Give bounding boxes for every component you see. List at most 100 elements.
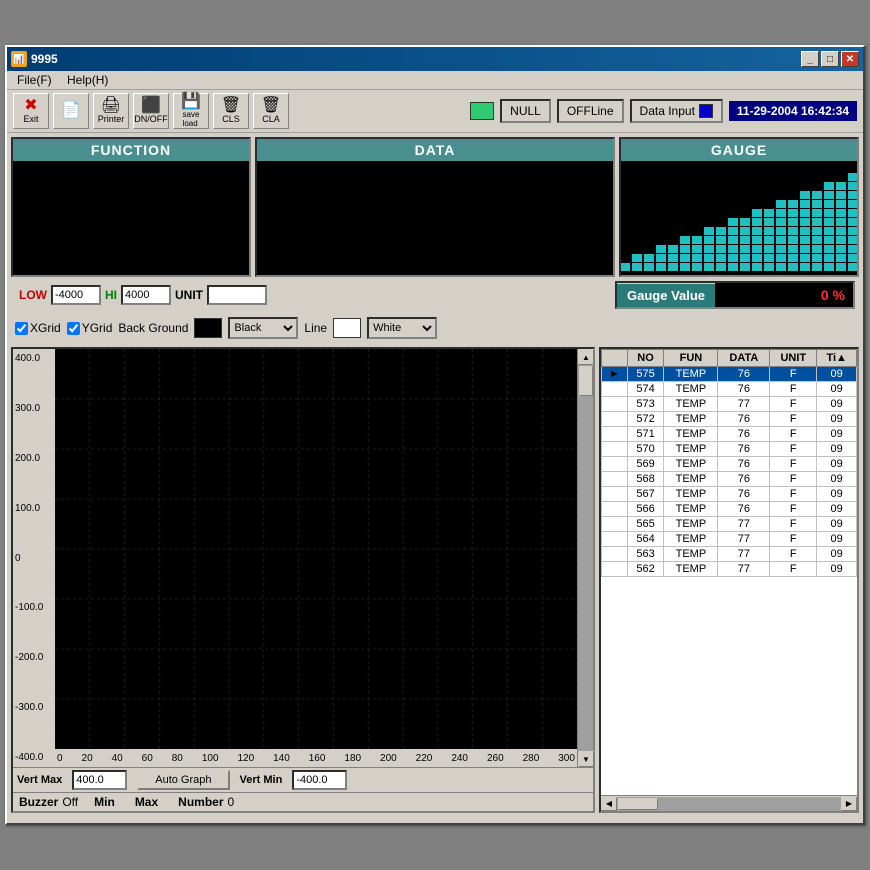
gauge-bar-cell <box>680 245 690 253</box>
ygrid-checkbox[interactable] <box>67 322 80 335</box>
dnoff-button[interactable]: ⬛ DN/OFF <box>133 93 169 129</box>
doc-button[interactable]: 📄 <box>53 93 89 129</box>
cla-label: CLA <box>262 114 280 124</box>
saveload-label: saveload <box>183 110 200 128</box>
gauge-bar <box>836 173 846 271</box>
menu-help[interactable]: Help(H) <box>61 71 114 89</box>
gauge-bar-cell <box>764 236 774 244</box>
table-row[interactable]: 573TEMP77F09 <box>602 397 857 412</box>
line-color-dropdown[interactable]: White Black <box>367 317 437 339</box>
scroll-right-btn[interactable]: ▶ <box>841 797 857 811</box>
table-row[interactable]: 566TEMP76F09 <box>602 502 857 517</box>
scroll-left-btn[interactable]: ◀ <box>601 797 617 811</box>
vertical-scrollbar[interactable]: ▲ ▼ <box>577 349 593 767</box>
table-row[interactable]: 570TEMP76F09 <box>602 442 857 457</box>
bg-color-dropdown[interactable]: Black White Red <box>228 317 298 339</box>
table-row[interactable]: 571TEMP76F09 <box>602 427 857 442</box>
cla-button[interactable]: 🗑 CLA <box>253 93 289 129</box>
table-row[interactable]: 568TEMP76F09 <box>602 472 857 487</box>
scroll-down-btn[interactable]: ▼ <box>578 751 594 767</box>
table-row[interactable]: 562TEMP77F09 <box>602 562 857 577</box>
printer-button[interactable]: 🖨 Printer <box>93 93 129 129</box>
gauge-bar-cell <box>740 245 750 253</box>
gauge-bar-cell <box>692 236 702 244</box>
gauge-bar-cell <box>680 173 690 181</box>
window-title: 9995 <box>31 52 58 66</box>
gauge-bar-cell <box>836 173 846 181</box>
table-row[interactable]: 574TEMP76F09 <box>602 382 857 397</box>
table-row[interactable]: 563TEMP77F09 <box>602 547 857 562</box>
x-180: 180 <box>344 753 361 764</box>
gauge-bar-cell <box>788 173 798 181</box>
table-scroll[interactable]: NO FUN DATA UNIT Ti▲ ►575TEMP76F09574TEM… <box>601 349 857 795</box>
vert-max-label: Vert Max <box>17 774 62 786</box>
gauge-bar-cell <box>644 209 654 217</box>
hi-input[interactable] <box>121 285 171 305</box>
vert-min-input[interactable] <box>292 770 347 790</box>
scroll-thumb[interactable] <box>579 366 593 396</box>
close-button[interactable]: ✕ <box>841 51 859 67</box>
auto-graph-button[interactable]: Auto Graph <box>137 770 229 790</box>
gauge-bar-cell <box>788 191 798 199</box>
gauge-bar-cell <box>812 227 822 235</box>
unit-input[interactable] <box>207 285 267 305</box>
gauge-bar-cell <box>716 209 726 217</box>
vert-max-input[interactable] <box>72 770 127 790</box>
gauge-bar-cell <box>812 200 822 208</box>
gauge-bar-cell <box>621 200 630 208</box>
h-scroll-thumb[interactable] <box>618 798 658 810</box>
table-row[interactable]: 572TEMP76F09 <box>602 412 857 427</box>
table-row[interactable]: 564TEMP77F09 <box>602 532 857 547</box>
low-input[interactable] <box>51 285 101 305</box>
printer-icon: 🖨 <box>101 98 121 114</box>
scroll-up-btn[interactable]: ▲ <box>578 349 594 365</box>
gauge-bar-cell <box>656 209 666 217</box>
cell-time: 09 <box>817 502 857 517</box>
top-panels: FUNCTION DATA GAUGE <box>11 137 859 277</box>
table-row[interactable]: 569TEMP76F09 <box>602 457 857 472</box>
gauge-bar-cell <box>644 245 654 253</box>
cell-unit: F <box>770 412 817 427</box>
gauge-bar-cell <box>836 200 846 208</box>
gauge-bar-cell <box>632 245 642 253</box>
gauge-bar-cell <box>632 218 642 226</box>
row-arrow <box>602 427 628 442</box>
row-arrow <box>602 397 628 412</box>
maximize-button[interactable]: □ <box>821 51 839 67</box>
gauge-bar-cell <box>644 191 654 199</box>
xgrid-checkbox[interactable] <box>15 322 28 335</box>
gauge-bar-cell <box>812 263 822 271</box>
data-input-button[interactable]: Data Input <box>630 99 723 123</box>
gauge-bar-cell <box>716 191 726 199</box>
gauge-bar-cell <box>632 254 642 262</box>
gauge-bar-cell <box>632 173 642 181</box>
exit-button[interactable]: ✖ Exit <box>13 93 49 129</box>
table-row[interactable]: 567TEMP76F09 <box>602 487 857 502</box>
null-button[interactable]: NULL <box>500 99 551 123</box>
gauge-bar-cell <box>740 254 750 262</box>
saveload-button[interactable]: 💾 saveload <box>173 93 209 129</box>
buzzer-item: Buzzer Off <box>19 795 78 809</box>
gauge-bar-cell <box>764 173 774 181</box>
gauge-bar-cell <box>692 254 702 262</box>
ygrid-checkbox-label[interactable]: YGrid <box>67 321 113 335</box>
offline-button[interactable]: OFFLine <box>557 99 624 123</box>
gauge-bar-cell <box>776 182 786 190</box>
horizontal-scrollbar[interactable]: ◀ ▶ <box>601 795 857 811</box>
table-row[interactable]: 565TEMP77F09 <box>602 517 857 532</box>
gauge-bar-cell <box>621 263 630 271</box>
min-label: Min <box>94 795 115 809</box>
line-label: Line <box>304 321 327 335</box>
table-row[interactable]: ►575TEMP76F09 <box>602 367 857 382</box>
gauge-bar-cell <box>632 236 642 244</box>
gauge-bar-cell <box>800 245 810 253</box>
gauge-bar-cell <box>644 236 654 244</box>
cls-icon: 🗑 <box>221 98 241 114</box>
cell-fun: TEMP <box>664 427 718 442</box>
cls-button[interactable]: 🗑 CLS <box>213 93 249 129</box>
cell-no: 562 <box>627 562 664 577</box>
gauge-bar-cell <box>824 200 834 208</box>
xgrid-checkbox-label[interactable]: XGrid <box>15 321 61 335</box>
menu-file[interactable]: File(F) <box>11 71 58 89</box>
minimize-button[interactable]: _ <box>801 51 819 67</box>
